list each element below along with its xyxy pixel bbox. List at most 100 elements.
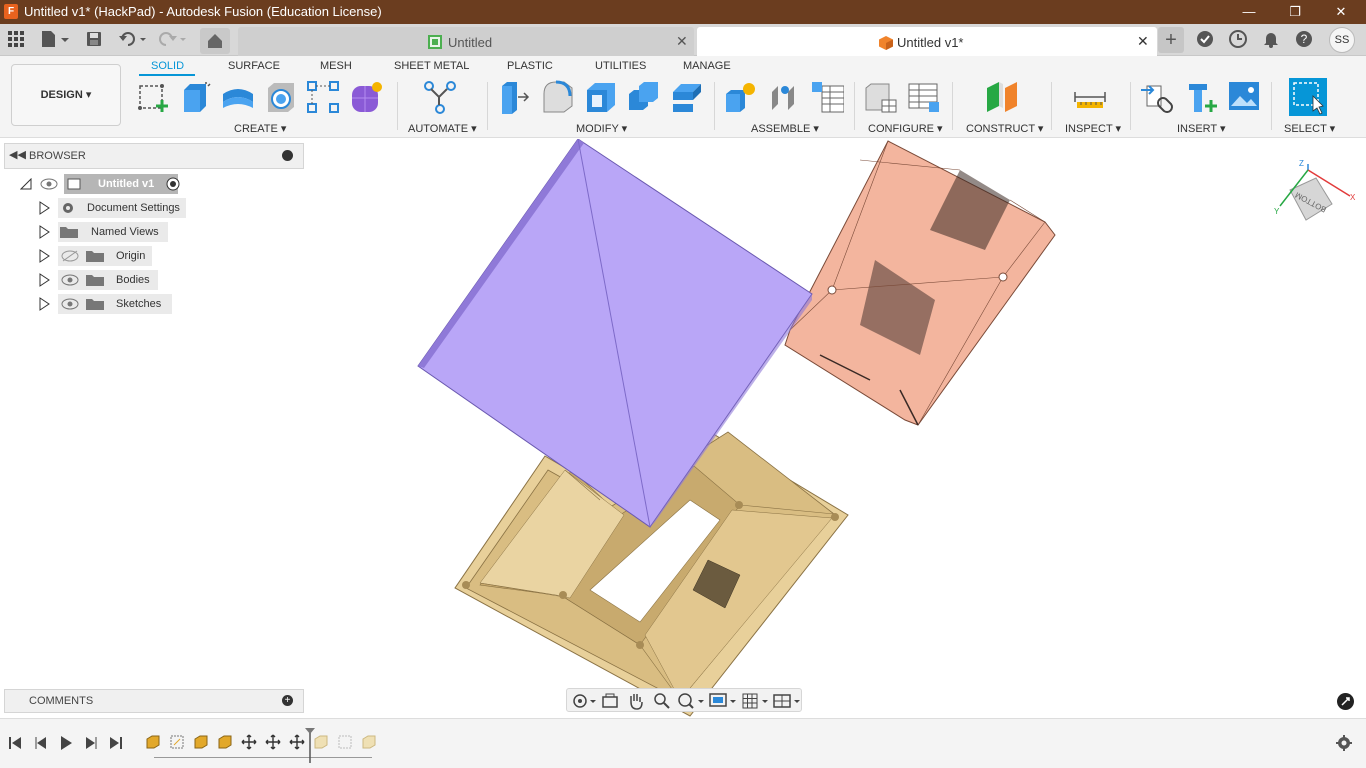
hidden-eye-icon[interactable] xyxy=(61,250,79,262)
go-to-end-icon[interactable] xyxy=(109,735,123,751)
fit-zoom-icon[interactable] xyxy=(677,692,705,710)
configure-group-label[interactable]: CONFIGURE ▾ xyxy=(868,122,943,135)
select-icon[interactable] xyxy=(1289,78,1327,116)
insert-group-label[interactable]: INSERT ▾ xyxy=(1177,122,1226,135)
browser-item-sketches[interactable]: Sketches xyxy=(36,294,176,314)
look-at-icon[interactable] xyxy=(601,692,619,710)
insert-mcmaster-icon[interactable] xyxy=(1185,80,1219,114)
user-avatar[interactable]: SS xyxy=(1329,27,1355,53)
tab-untitled-v1[interactable]: Untitled v1* ✕ xyxy=(697,27,1157,56)
save-icon[interactable] xyxy=(86,31,102,47)
pan-hand-icon[interactable] xyxy=(627,692,645,710)
close-window-button[interactable]: ✕ xyxy=(1326,2,1356,22)
close-tab-icon[interactable]: ✕ xyxy=(1137,33,1149,50)
activate-radio-icon[interactable] xyxy=(166,177,180,191)
timeline-feature-icon[interactable] xyxy=(145,734,161,750)
workspace-design-button[interactable]: DESIGN ▾ xyxy=(11,64,121,126)
tab-surface[interactable]: SURFACE xyxy=(228,60,280,72)
automate-icon[interactable] xyxy=(423,80,457,114)
home-button[interactable] xyxy=(200,28,230,54)
expand-triangle-icon[interactable] xyxy=(38,249,50,263)
revolve-icon[interactable] xyxy=(221,80,255,114)
undo-icon[interactable] xyxy=(118,30,148,48)
joint-icon[interactable] xyxy=(768,80,802,114)
expand-triangle-icon[interactable] xyxy=(20,178,32,190)
browser-item-document-settings[interactable]: Document Settings xyxy=(36,198,186,218)
job-status-icon[interactable] xyxy=(1229,30,1247,48)
tab-untitled[interactable]: Untitled ✕ xyxy=(238,27,694,56)
tab-utilities[interactable]: UTILITIES xyxy=(595,60,646,72)
tab-mesh[interactable]: MESH xyxy=(320,60,352,72)
zoom-icon[interactable] xyxy=(653,692,671,710)
collapse-browser-icon[interactable]: ◀◀ xyxy=(9,148,26,161)
extrude-icon[interactable] xyxy=(178,80,212,114)
viewports-icon[interactable] xyxy=(773,692,801,710)
create-form-icon[interactable] xyxy=(350,80,384,114)
expand-triangle-icon[interactable] xyxy=(38,273,50,287)
automate-group-label[interactable]: AUTOMATE ▾ xyxy=(408,122,477,135)
create-sketch-icon[interactable] xyxy=(136,80,170,114)
press-pull-icon[interactable] xyxy=(498,80,532,114)
pcb-plate-body-pink[interactable] xyxy=(784,140,1056,426)
construct-group-label[interactable]: CONSTRUCT ▾ xyxy=(966,122,1043,135)
go-to-start-icon[interactable] xyxy=(8,735,22,751)
create-group-label[interactable]: CREATE ▾ xyxy=(234,122,286,135)
notifications-bell-icon[interactable] xyxy=(1262,30,1280,48)
new-component-icon[interactable] xyxy=(724,80,758,114)
combine-icon[interactable] xyxy=(627,80,661,114)
expand-triangle-icon[interactable] xyxy=(38,225,50,239)
browser-item-bodies[interactable]: Bodies xyxy=(36,270,160,290)
visibility-eye-icon[interactable] xyxy=(40,178,58,190)
add-comment-icon[interactable]: + xyxy=(282,695,293,706)
browser-panel-header[interactable]: ◀◀ BROWSER xyxy=(4,143,304,169)
timeline-feature-icon[interactable] xyxy=(361,734,377,750)
insert-canvas-icon[interactable] xyxy=(1227,80,1261,114)
inspect-group-label[interactable]: INSPECT ▾ xyxy=(1065,122,1121,135)
timeline-feature-icon[interactable] xyxy=(217,734,233,750)
offset-face-icon[interactable] xyxy=(670,80,704,114)
configure-table-icon[interactable] xyxy=(864,80,898,114)
visibility-eye-icon[interactable] xyxy=(61,274,79,286)
timeline-move-icon[interactable] xyxy=(241,734,257,750)
assemble-group-label[interactable]: ASSEMBLE ▾ xyxy=(751,122,819,135)
new-tab-plus-icon[interactable]: + xyxy=(1158,27,1184,53)
help-icon[interactable]: ? xyxy=(1295,30,1313,48)
display-settings-icon[interactable] xyxy=(709,692,737,710)
insert-derive-icon[interactable] xyxy=(1141,80,1175,114)
tab-plastic[interactable]: PLASTIC xyxy=(507,60,553,72)
browser-item-named-views[interactable]: Named Views xyxy=(36,222,170,242)
offset-plane-icon[interactable] xyxy=(985,80,1019,114)
file-menu-icon[interactable] xyxy=(40,30,70,48)
extensions-icon[interactable] xyxy=(1196,30,1214,48)
redo-icon[interactable] xyxy=(158,30,188,48)
pattern-icon[interactable] xyxy=(306,80,340,114)
minimize-button[interactable]: — xyxy=(1234,2,1264,22)
viewport-canvas[interactable] xyxy=(0,139,1366,718)
play-icon[interactable] xyxy=(59,734,73,752)
tab-solid[interactable]: SOLID xyxy=(151,60,184,72)
select-group-label[interactable]: SELECT ▾ xyxy=(1284,122,1335,135)
fillet-icon[interactable] xyxy=(541,80,575,114)
browser-options-icon[interactable] xyxy=(282,150,293,161)
hole-icon[interactable] xyxy=(264,80,298,114)
tab-sheet-metal[interactable]: SHEET METAL xyxy=(394,60,469,72)
timeline-feature-icon[interactable] xyxy=(193,734,209,750)
timeline-move-icon[interactable] xyxy=(265,734,281,750)
modify-group-label[interactable]: MODIFY ▾ xyxy=(576,122,627,135)
step-forward-icon[interactable] xyxy=(84,735,98,751)
grid-settings-icon[interactable] xyxy=(741,692,769,710)
step-back-icon[interactable] xyxy=(34,735,48,751)
timeline-feature-icon[interactable] xyxy=(313,734,329,750)
timeline-sketch-icon[interactable] xyxy=(169,734,185,750)
comments-panel-header[interactable]: COMMENTS + xyxy=(4,689,304,713)
view-cube[interactable]: Z X Y BOTTOM xyxy=(1272,160,1358,230)
configuration-table-icon[interactable] xyxy=(907,80,941,114)
expand-triangle-icon[interactable] xyxy=(38,201,50,215)
bill-of-materials-icon[interactable] xyxy=(810,80,844,114)
expand-triangle-icon[interactable] xyxy=(38,297,50,311)
visibility-eye-icon[interactable] xyxy=(61,298,79,310)
restore-button[interactable]: ❐ xyxy=(1280,2,1310,22)
measure-icon[interactable] xyxy=(1073,80,1107,114)
timeline-move-icon[interactable] xyxy=(289,734,305,750)
tab-manage[interactable]: MANAGE xyxy=(683,60,731,72)
